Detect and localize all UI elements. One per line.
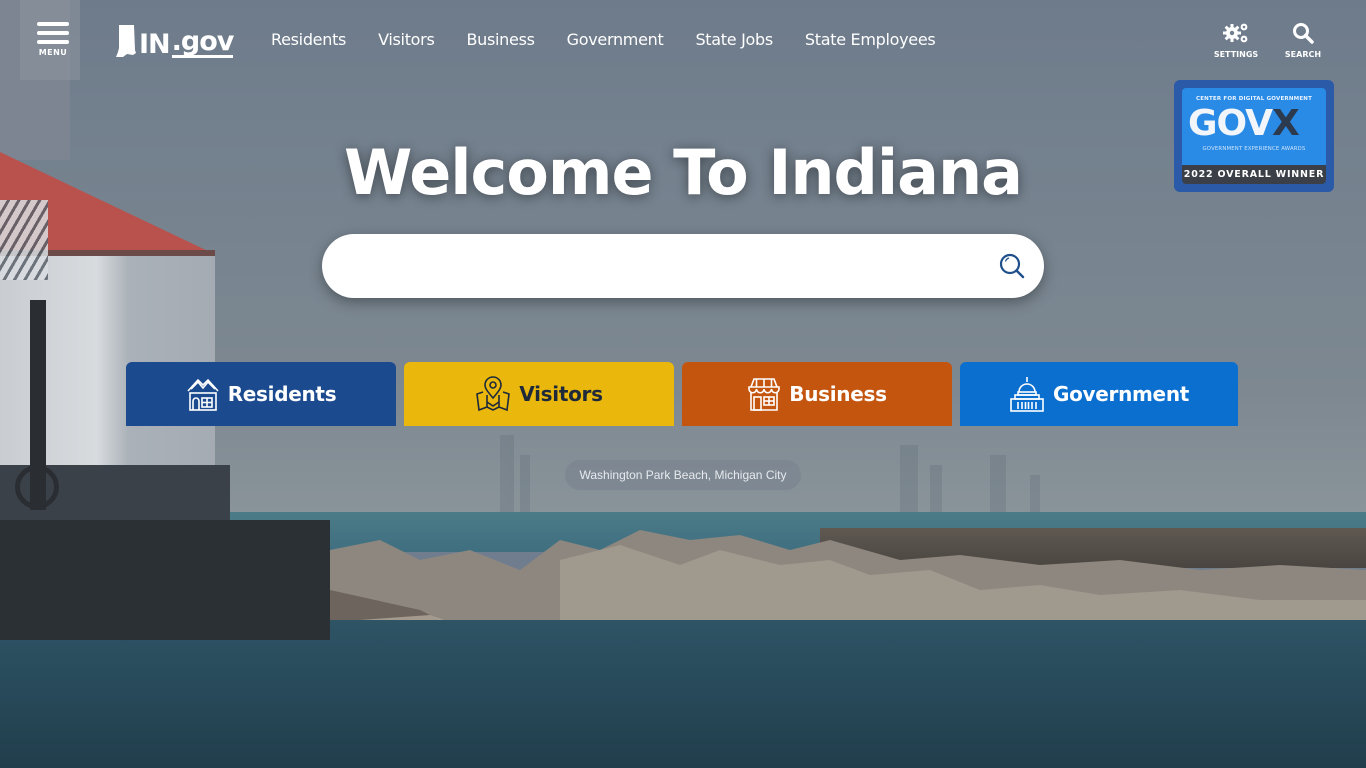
nav-residents[interactable]: Residents	[271, 30, 346, 49]
menu-label: MENU	[38, 48, 68, 57]
gears-icon	[1223, 23, 1248, 43]
settings-label: SETTINGS	[1213, 50, 1259, 59]
search-submit-button[interactable]	[998, 252, 1026, 280]
hamburger-icon	[37, 22, 69, 26]
search-label: SEARCH	[1284, 50, 1322, 59]
house-icon	[187, 378, 219, 411]
award-org: CENTER FOR DIGITAL GOVERNMENT	[1195, 96, 1313, 102]
nav-state-employees[interactable]: State Employees	[805, 30, 936, 49]
page-title: Welcome To Indiana	[344, 136, 1023, 209]
tile-label: Business	[789, 382, 887, 406]
hamburger-icon-bar	[37, 31, 69, 35]
logo-gov: .gov	[171, 26, 234, 58]
indiana-state-icon	[116, 25, 136, 57]
lake-water	[0, 620, 1366, 768]
in-gov-logo[interactable]: IN .gov	[115, 24, 234, 60]
header-search-button[interactable]: SEARCH	[1278, 22, 1328, 59]
nav-business[interactable]: Business	[466, 30, 534, 49]
nav-government[interactable]: Government	[567, 30, 664, 49]
tile-label: Residents	[227, 382, 337, 406]
site-search	[322, 234, 1044, 298]
nav-state-jobs[interactable]: State Jobs	[695, 30, 773, 49]
menu-button[interactable]: MENU	[36, 22, 70, 58]
search-icon	[999, 253, 1025, 279]
tile-government[interactable]: Government	[960, 362, 1238, 426]
search-input[interactable]	[350, 244, 974, 290]
tile-visitors[interactable]: Visitors	[404, 362, 674, 426]
map-pin-icon	[476, 376, 511, 412]
photo-caption: Washington Park Beach, Michigan City	[565, 460, 801, 490]
life-ring	[15, 465, 59, 509]
main-nav: Residents Visitors Business Government S…	[271, 30, 936, 49]
hamburger-icon-bar	[37, 40, 69, 44]
settings-button[interactable]: SETTINGS	[1211, 22, 1261, 59]
storefront-icon	[748, 378, 781, 411]
capitol-icon	[1010, 377, 1044, 412]
search-icon	[1293, 23, 1314, 44]
tile-label: Visitors	[519, 382, 603, 406]
solar-panel	[0, 200, 48, 280]
audience-tiles: Residents Visitors Business Government	[126, 362, 1238, 426]
logo-in: IN	[139, 29, 171, 60]
tile-business[interactable]: Business	[682, 362, 952, 426]
nav-visitors[interactable]: Visitors	[378, 30, 435, 49]
lighthouse-foundation	[0, 520, 330, 640]
site-header: MENU IN .gov Residents Visitors Business…	[0, 0, 1366, 80]
tile-residents[interactable]: Residents	[126, 362, 396, 426]
tile-label: Government	[1052, 382, 1190, 406]
